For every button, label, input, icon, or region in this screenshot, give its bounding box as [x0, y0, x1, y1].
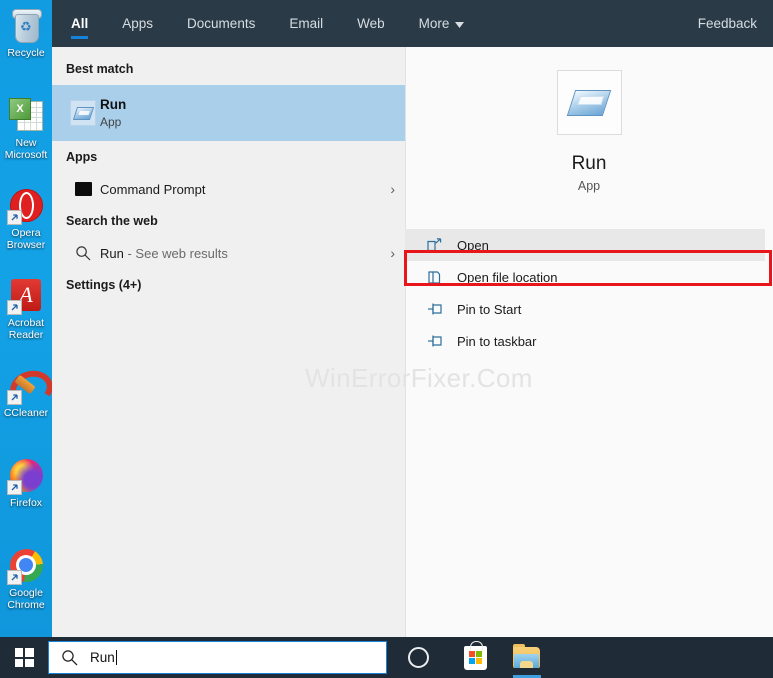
chrome-icon — [6, 544, 46, 586]
search-flyout: All Apps Documents Email Web More Feedba… — [52, 0, 773, 637]
desktop-icon-google-chrome[interactable]: Google Chrome — [0, 544, 52, 630]
open-external-icon — [427, 238, 457, 252]
taskbar-search-input[interactable]: Run — [48, 641, 387, 674]
preview-app-subtitle: App — [577, 179, 601, 193]
tab-email[interactable]: Email — [289, 0, 323, 47]
action-open-file-location[interactable]: Open file location — [405, 261, 765, 293]
search-icon — [66, 245, 100, 261]
result-subtitle: App — [100, 115, 122, 129]
section-heading-settings: Settings (4+) — [66, 278, 142, 292]
tab-more[interactable]: More — [419, 0, 465, 47]
tab-all[interactable]: All — [71, 0, 89, 47]
section-heading-best-match: Best match — [66, 62, 134, 76]
action-label: Open — [457, 237, 489, 253]
desktop-icon-label: Recycle — [7, 48, 45, 59]
chevron-right-icon: › — [390, 181, 395, 197]
desktop-icon-label: Acrobat Reader — [7, 318, 45, 341]
tab-label: More — [418, 16, 450, 31]
tab-label: Email — [289, 16, 324, 31]
windows-logo-icon — [14, 648, 34, 667]
action-pin-to-start[interactable]: Pin to Start — [405, 293, 765, 325]
run-app-icon — [66, 100, 100, 126]
search-icon — [61, 649, 78, 666]
shortcut-arrow-icon — [7, 390, 22, 405]
result-query-suffix: - See web results — [123, 245, 228, 261]
preview-app-title: Run — [571, 153, 607, 174]
tab-web[interactable]: Web — [357, 0, 385, 47]
results-pane: Best match Run App Apps Command Prompt ›… — [52, 47, 405, 637]
section-heading-apps: Apps — [66, 150, 98, 164]
tab-documents[interactable]: Documents — [187, 0, 255, 47]
desktop-icon-label: New Microsoft — [4, 138, 48, 161]
desktop-icon-label: Opera Browser — [6, 228, 46, 251]
search-results-body: Best match Run App Apps Command Prompt ›… — [52, 47, 773, 637]
shortcut-arrow-icon — [7, 300, 22, 315]
search-input-value: Run — [90, 650, 117, 665]
tab-label: Web — [357, 16, 385, 31]
acrobat-reader-icon: A — [6, 274, 46, 316]
file-explorer-icon — [513, 644, 540, 668]
ccleaner-icon — [6, 364, 57, 411]
desktop-icon-opera-browser[interactable]: Opera Browser — [0, 184, 52, 270]
opera-icon — [6, 184, 46, 226]
active-tab-underline — [71, 36, 89, 39]
microsoft-store-button[interactable] — [453, 637, 498, 678]
desktop-icon-label: Google Chrome — [7, 588, 45, 611]
result-item-run[interactable]: Run App — [52, 85, 405, 141]
tab-label: All — [71, 16, 89, 31]
shortcut-arrow-icon — [7, 480, 22, 495]
tab-apps[interactable]: Apps — [122, 0, 153, 47]
excel-icon: X — [6, 94, 46, 136]
action-pin-to-taskbar[interactable]: Pin to taskbar — [405, 325, 765, 357]
desktop-icon-acrobat-reader[interactable]: A Acrobat Reader — [0, 274, 52, 360]
microsoft-store-icon — [464, 640, 487, 670]
result-label: Command Prompt — [100, 181, 206, 197]
action-label: Open file location — [457, 269, 558, 285]
search-filter-tabs: All Apps Documents Email Web More Feedba… — [52, 0, 773, 47]
recycle-bin-icon: ♻ — [6, 4, 46, 46]
chevron-down-icon — [455, 16, 465, 31]
start-button[interactable] — [0, 637, 48, 678]
file-explorer-button[interactable] — [504, 637, 549, 678]
result-title: Run — [100, 97, 127, 112]
shortcut-arrow-icon — [7, 570, 22, 585]
feedback-button[interactable]: Feedback — [698, 16, 757, 31]
result-item-command-prompt[interactable]: Command Prompt › — [52, 173, 405, 205]
result-query: Run — [100, 245, 124, 261]
action-label: Pin to Start — [457, 301, 522, 317]
chevron-right-icon: › — [390, 245, 395, 261]
firefox-icon — [6, 454, 46, 496]
shortcut-arrow-icon — [7, 210, 22, 225]
desktop-icon-column: ♻ Recycle X New Microsoft Opera Browser … — [0, 4, 57, 634]
cortana-icon — [408, 647, 429, 668]
preview-actions-list: Open Open file location Pin to Start Pin… — [405, 229, 773, 357]
result-label: Run - See web results — [100, 246, 228, 261]
folder-location-icon — [427, 270, 457, 285]
result-item-web-search[interactable]: Run - See web results › — [52, 237, 405, 269]
preview-pane: Run App Open Open file location Pin to S… — [405, 47, 773, 637]
action-open[interactable]: Open — [405, 229, 765, 261]
section-heading-search-the-web: Search the web — [66, 214, 158, 228]
desktop-icon-firefox[interactable]: Firefox — [0, 454, 52, 540]
text-caret — [115, 650, 117, 665]
pin-icon — [427, 302, 457, 316]
desktop-icon-label: CCleaner — [3, 408, 49, 419]
desktop-icon-label: Firefox — [9, 498, 43, 509]
command-prompt-icon — [66, 182, 100, 196]
desktop-icon-new-microsoft-excel[interactable]: X New Microsoft — [0, 94, 52, 180]
taskbar: Run — [0, 637, 773, 678]
cortana-button[interactable] — [396, 637, 441, 678]
pin-icon — [427, 334, 457, 348]
screen: ♻ Recycle X New Microsoft Opera Browser … — [0, 0, 773, 678]
desktop-icon-recycle-bin[interactable]: ♻ Recycle — [0, 4, 52, 90]
preview-app-icon — [556, 70, 622, 135]
desktop-icon-ccleaner[interactable]: CCleaner — [0, 364, 57, 450]
tab-label: Documents — [187, 16, 256, 31]
tab-label: Apps — [122, 16, 154, 31]
action-label: Pin to taskbar — [457, 333, 537, 349]
